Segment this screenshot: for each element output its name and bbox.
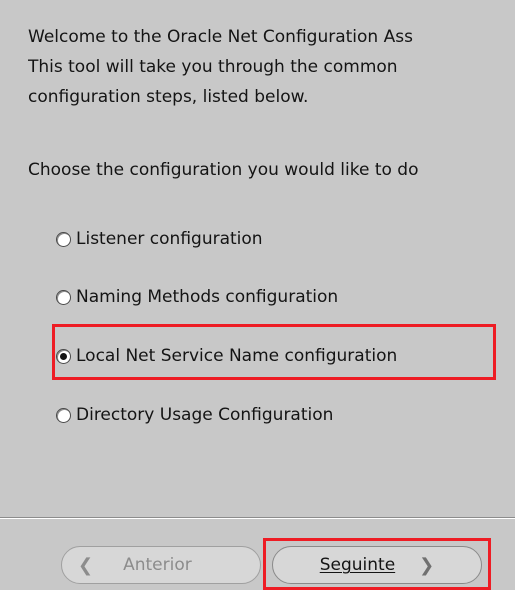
back-button-label: Anterior [123, 555, 192, 575]
option-label: Directory Usage Configuration [76, 405, 334, 425]
radio-button-icon[interactable] [56, 407, 71, 423]
option-label: Listener configuration [76, 229, 263, 249]
welcome-text: Welcome to the Oracle Net Configuration … [28, 22, 515, 112]
option-naming-methods-configuration[interactable]: Naming Methods configuration [56, 282, 338, 312]
option-directory-usage-configuration[interactable]: Directory Usage Configuration [56, 400, 333, 430]
option-label: Naming Methods configuration [76, 287, 339, 307]
next-button[interactable]: Seguinte ❯ [272, 546, 482, 584]
chevron-left-icon: ❮ [78, 554, 94, 576]
radio-button-icon[interactable] [56, 231, 71, 247]
next-button-label: Seguinte [319, 555, 396, 575]
welcome-line-2: This tool will take you through the comm… [28, 57, 398, 77]
radio-button-checked-icon[interactable] [56, 348, 71, 364]
back-button[interactable]: ❮ Anterior [61, 546, 261, 584]
chevron-right-icon: ❯ [419, 554, 435, 576]
configuration-question: Choose the configuration you would like … [28, 160, 419, 180]
option-listener-configuration[interactable]: Listener configuration [56, 224, 263, 254]
button-bar-divider [0, 517, 515, 519]
option-label: Local Net Service Name configuration [76, 346, 398, 366]
option-local-net-service-name-configuration[interactable]: Local Net Service Name configuration [56, 341, 397, 371]
welcome-line-3: configuration steps, listed below. [28, 87, 309, 107]
radio-button-icon[interactable] [56, 289, 71, 305]
welcome-line-1: Welcome to the Oracle Net Configuration … [28, 27, 413, 47]
